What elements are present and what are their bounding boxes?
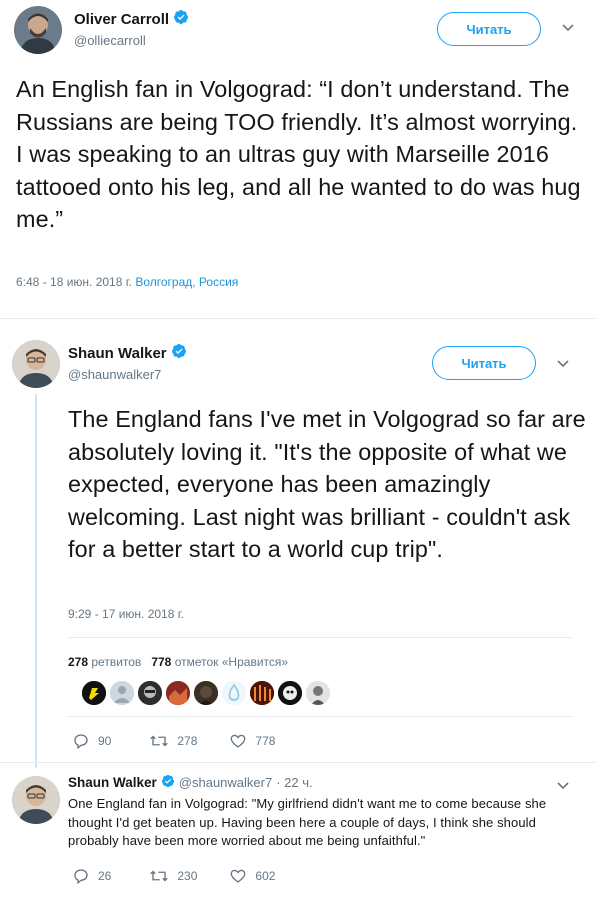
heart-icon — [229, 732, 247, 750]
chevron-down-icon[interactable] — [556, 778, 570, 794]
tweet-meta: 6:48 - 18 июн. 2018 г. Волгоград, Россия — [16, 275, 238, 289]
chevron-down-icon[interactable] — [556, 356, 570, 372]
author-handle[interactable]: @olliecarroll — [74, 33, 146, 48]
retweets-count: 278 — [68, 655, 89, 669]
divider — [68, 716, 572, 717]
retweet-count: 278 — [177, 734, 198, 748]
verified-icon — [171, 343, 187, 363]
chevron-down-icon[interactable] — [561, 20, 575, 36]
tweet-location-link[interactable]: Волгоград, Россия — [135, 275, 238, 289]
liker-avatar[interactable] — [278, 681, 302, 705]
reply-count: 90 — [98, 734, 112, 748]
author-name[interactable]: Oliver Carroll — [74, 9, 189, 29]
divider — [0, 762, 596, 763]
thread-connector — [35, 394, 37, 768]
avatar[interactable] — [12, 776, 60, 824]
verified-icon — [173, 9, 189, 29]
author-name-text[interactable]: Oliver Carroll — [74, 11, 169, 28]
reply-header: Shaun Walker @shaunwalker7 · 22 ч. — [68, 774, 313, 791]
liker-avatars — [82, 681, 330, 705]
avatar[interactable] — [12, 340, 60, 388]
heart-icon — [229, 867, 247, 885]
tweet-stats: 278 ретвитов 778 отметок «Нравится» — [68, 655, 288, 669]
reply-button[interactable]: 90 — [72, 732, 111, 750]
like-button[interactable]: 778 — [229, 732, 275, 750]
liker-avatar[interactable] — [194, 681, 218, 705]
like-count: 778 — [255, 734, 276, 748]
likes-label: отметок «Нравится» — [174, 655, 289, 669]
avatar-image — [12, 776, 60, 824]
retweet-count: 230 — [177, 869, 198, 883]
reply-icon — [72, 732, 90, 750]
tweet-timestamp[interactable]: 6:48 - 18 июн. 2018 г. — [16, 275, 132, 289]
liker-avatar[interactable] — [110, 681, 134, 705]
divider — [0, 318, 596, 319]
divider — [68, 637, 572, 638]
verified-icon — [161, 774, 175, 791]
liker-avatar[interactable] — [222, 681, 246, 705]
reply-icon — [72, 867, 90, 885]
liker-avatar[interactable] — [166, 681, 190, 705]
likes-stat[interactable]: 778 отметок «Нравится» — [151, 655, 288, 669]
tweet-age[interactable]: · 22 ч. — [276, 775, 312, 790]
tweet-text: One England fan in Volgograd: "My girlfr… — [68, 796, 547, 848]
reply-count: 26 — [98, 869, 112, 883]
avatar-image — [14, 6, 62, 54]
retweet-button[interactable]: 230 — [149, 867, 197, 885]
author-name-text[interactable]: Shaun Walker — [68, 345, 167, 362]
liker-avatar[interactable] — [138, 681, 162, 705]
tweet-timestamp[interactable]: 9:29 - 17 июн. 2018 г. — [68, 607, 184, 621]
follow-button[interactable]: Читать — [432, 346, 536, 380]
reply-button[interactable]: 26 — [72, 867, 111, 885]
tweet-text: The England fans I've met in Volgograd s… — [68, 406, 586, 562]
liker-avatar[interactable] — [306, 681, 330, 705]
tweet-text: An English fan in Volgograd: “I don’t un… — [16, 76, 581, 232]
like-count: 602 — [255, 869, 276, 883]
avatar-image — [12, 340, 60, 388]
avatar[interactable] — [14, 6, 62, 54]
retweet-icon — [149, 867, 169, 885]
author-name-text[interactable]: Shaun Walker — [68, 775, 157, 790]
tweet-actions: 90 278 778 — [72, 732, 275, 750]
tweet-actions: 26 230 602 — [72, 867, 275, 885]
like-button[interactable]: 602 — [229, 867, 275, 885]
retweets-stat[interactable]: 278 ретвитов — [68, 655, 141, 669]
likes-count: 778 — [151, 655, 172, 669]
author-handle[interactable]: @shaunwalker7 — [68, 367, 161, 382]
author-handle[interactable]: @shaunwalker7 — [179, 775, 272, 790]
follow-button[interactable]: Читать — [437, 12, 541, 46]
retweet-button[interactable]: 278 — [149, 732, 197, 750]
liker-avatar[interactable] — [250, 681, 274, 705]
author-name[interactable]: Shaun Walker — [68, 343, 187, 363]
retweets-label: ретвитов — [91, 655, 142, 669]
liker-avatar[interactable] — [82, 681, 106, 705]
retweet-icon — [149, 732, 169, 750]
